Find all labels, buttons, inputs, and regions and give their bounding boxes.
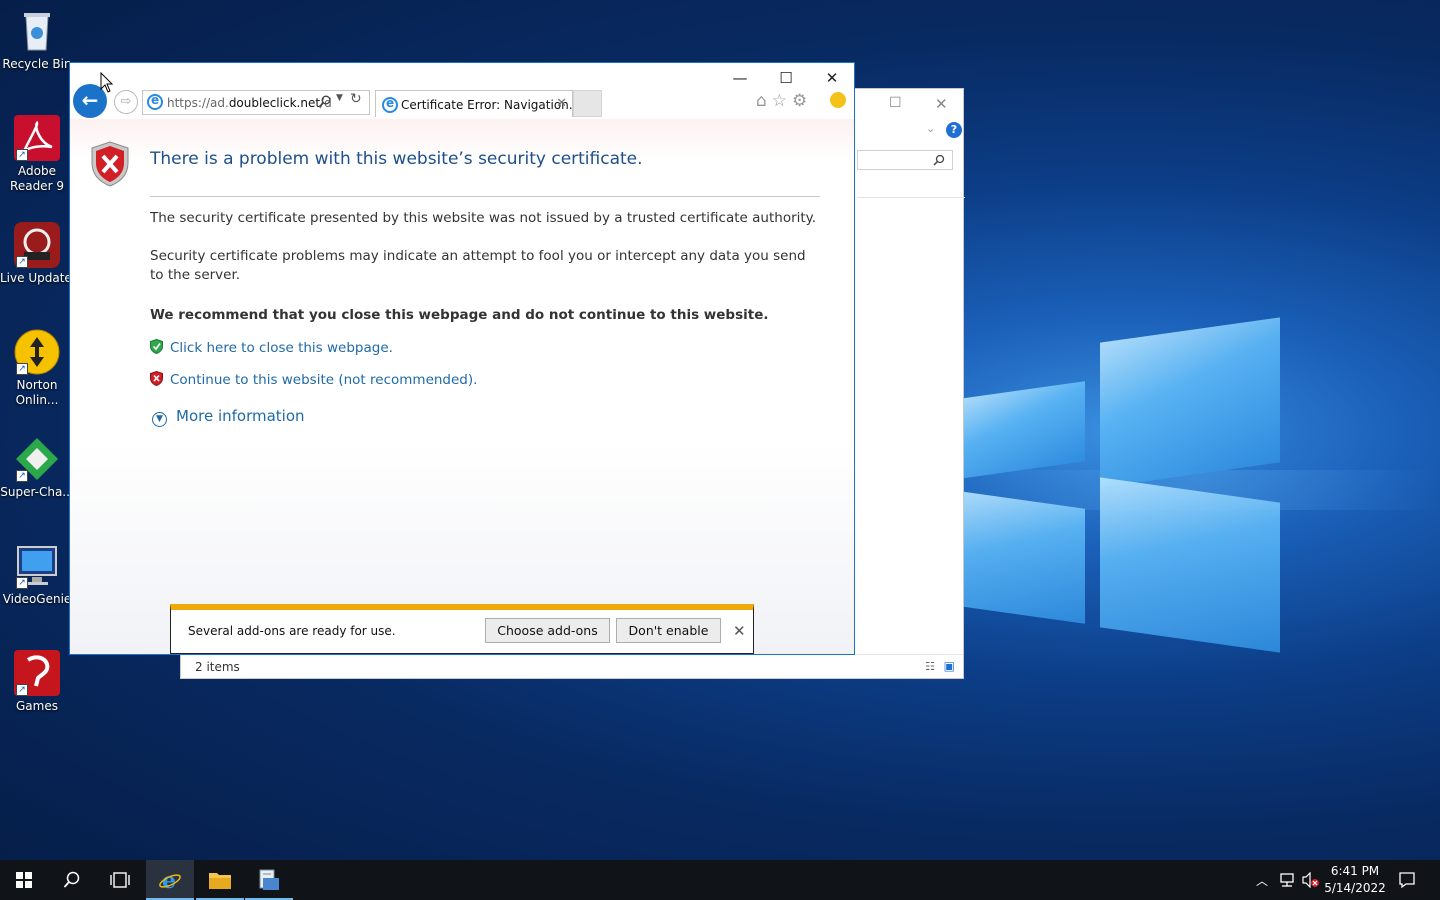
page-content: There is a problem with this website’s s… xyxy=(70,119,854,654)
task-view-icon xyxy=(110,872,130,888)
security-shield-error-icon xyxy=(91,141,129,187)
choose-addons-button[interactable]: Choose add-ons xyxy=(485,618,610,643)
super-charger-icon: ↗ xyxy=(14,436,60,482)
desktop-icon-label: Live Update 5 xyxy=(0,271,84,285)
system-clock[interactable]: 6:41 PM 5/14/2022 xyxy=(1320,863,1390,897)
recycle-bin-icon xyxy=(14,8,60,54)
volume-muted-icon[interactable] xyxy=(1302,872,1320,888)
internet-explorer-icon: e xyxy=(159,868,181,894)
continue-website-link[interactable]: Continue to this website (not recommende… xyxy=(150,371,477,388)
desktop-icon-label: Games xyxy=(16,699,58,713)
details-view-icon[interactable]: ☷ xyxy=(925,660,935,673)
more-information-label: More information xyxy=(176,407,305,425)
tab-certificate-error[interactable]: Certificate Error: Navigation... ✕ xyxy=(375,90,580,117)
network-icon[interactable] xyxy=(1278,872,1296,888)
desktop-icon-adobe-reader[interactable]: ↗ Adobe Reader 9 xyxy=(0,115,74,194)
live-update-icon: ↗ xyxy=(14,222,60,268)
folder-icon xyxy=(209,873,231,889)
close-button[interactable]: ✕ xyxy=(809,67,855,89)
taskbar-internet-explorer[interactable]: e xyxy=(146,860,194,900)
ie-tab-icon xyxy=(382,96,398,113)
search-icon xyxy=(933,154,945,166)
item-count: 2 items xyxy=(195,660,240,674)
desktop-icon-label: Adobe Reader 9 xyxy=(10,164,64,193)
favorites-star-icon[interactable]: ☆ xyxy=(772,91,792,111)
desktop-icon-norton[interactable]: ↗ Norton Onlin... xyxy=(0,329,74,408)
windows-start-icon xyxy=(16,872,32,888)
large-icons-view-icon[interactable]: ▣ xyxy=(944,659,955,673)
ie-page-icon xyxy=(147,93,163,110)
desktop-icon-super-charger[interactable]: ↗ Super-Cha... xyxy=(0,436,74,500)
new-tab-button[interactable] xyxy=(573,90,602,117)
desktop-icon-videogenie[interactable]: ↗ VideoGenie xyxy=(0,543,74,607)
task-view-button[interactable] xyxy=(96,860,144,900)
refresh-icon[interactable]: ↻ xyxy=(350,91,362,107)
start-button[interactable] xyxy=(0,860,48,900)
search-icon[interactable] xyxy=(318,95,331,108)
action-center-icon[interactable] xyxy=(1398,871,1416,889)
desktop-icon-label: Recycle Bin xyxy=(2,57,72,71)
show-hidden-icons-chevron[interactable]: ︿ xyxy=(1256,872,1268,889)
browser-toolbar: — ☐ ✕ ← ⇨ https://ad.doubleclick.net/d ▼… xyxy=(70,63,854,119)
desktop-icon-label: Super-Cha... xyxy=(0,485,74,499)
forward-button[interactable]: ⇨ xyxy=(114,90,138,114)
document-app-icon xyxy=(259,869,279,890)
desktop-icon-live-update[interactable]: ↗ Live Update 5 xyxy=(0,222,84,286)
maximize-button[interactable]: ☐ xyxy=(763,67,809,89)
taskbar-search-button[interactable] xyxy=(48,860,96,900)
adobe-reader-icon: ↗ xyxy=(14,115,60,161)
taskbar-file-explorer[interactable] xyxy=(196,860,244,900)
browser-window[interactable]: — ☐ ✕ ← ⇨ https://ad.doubleclick.net/d ▼… xyxy=(69,62,855,655)
desktop-icon-zynga-games[interactable]: ↗ Games xyxy=(0,650,74,714)
chevron-down-icon[interactable]: ⌄ xyxy=(926,122,935,135)
feedback-smiley-icon[interactable] xyxy=(830,92,846,108)
clock-date: 5/14/2022 xyxy=(1324,881,1386,895)
tab-close-icon[interactable]: ✕ xyxy=(556,96,567,111)
windows-logo-wallpaper xyxy=(960,300,1290,660)
search-icon xyxy=(63,871,80,888)
help-icon[interactable]: ? xyxy=(946,122,962,138)
expand-chevron-icon: ▼ xyxy=(152,412,167,427)
gear-icon[interactable]: ⚙ xyxy=(792,91,812,111)
desktop-icon-label: VideoGenie xyxy=(2,592,72,606)
red-shield-icon xyxy=(150,371,163,386)
close-webpage-link[interactable]: Click here to close this webpage. xyxy=(150,339,393,356)
arrow-right-icon: ⇨ xyxy=(120,94,132,109)
norton-icon: ↗ xyxy=(14,329,60,375)
monitor-icon: ↗ xyxy=(14,543,60,589)
explorer-search-box[interactable] xyxy=(857,150,953,170)
home-icon[interactable]: ⌂ xyxy=(756,91,772,111)
green-shield-icon xyxy=(150,339,163,354)
continue-website-label: Continue to this website (not recommende… xyxy=(170,372,478,388)
more-information-toggle[interactable]: ▼ More information xyxy=(152,407,305,427)
title-divider xyxy=(150,196,820,197)
zynga-icon: ↗ xyxy=(14,650,60,696)
desktop-icon-recycle-bin[interactable]: Recycle Bin xyxy=(0,8,74,72)
desktop-icon-label: Norton Onlin... xyxy=(15,378,59,407)
dont-enable-button[interactable]: Don't enable xyxy=(616,618,721,643)
taskbar-app[interactable] xyxy=(245,860,293,900)
notification-close-icon[interactable]: ✕ xyxy=(733,622,746,640)
cert-risk-message: Security certificate problems may indica… xyxy=(150,248,806,283)
explorer-maximize-button[interactable]: ☐ xyxy=(889,95,902,111)
close-webpage-label: Click here to close this webpage. xyxy=(170,340,393,356)
page-title: There is a problem with this website’s s… xyxy=(150,149,643,169)
cert-issuer-message: The security certificate presented by th… xyxy=(150,210,817,226)
tab-title: Certificate Error: Navigation... xyxy=(401,98,581,112)
minimize-button[interactable]: — xyxy=(717,67,763,89)
address-prefix: https://ad. xyxy=(167,96,229,110)
explorer-status-bar: 2 items ☷ ▣ xyxy=(181,654,963,678)
address-tools: ▼ ↻ xyxy=(318,90,368,114)
arrow-left-icon: ← xyxy=(81,88,99,112)
mouse-cursor-icon xyxy=(100,72,114,93)
address-domain: doubleclick.net xyxy=(228,96,321,110)
browser-tool-icons: ⌂☆⚙ xyxy=(756,91,812,111)
notification-message: Several add-ons are ready for use. xyxy=(188,624,396,638)
addons-notification-bar: Several add-ons are ready for use. Choos… xyxy=(170,604,754,654)
explorer-close-button[interactable]: ✕ xyxy=(935,95,948,113)
clock-time: 6:41 PM xyxy=(1330,864,1380,878)
dropdown-arrow-icon[interactable]: ▼ xyxy=(336,93,343,103)
taskbar: e ︿ 6:41 PM 5/14/2022 xyxy=(0,860,1440,900)
recommendation-text: We recommend that you close this webpage… xyxy=(150,307,769,323)
